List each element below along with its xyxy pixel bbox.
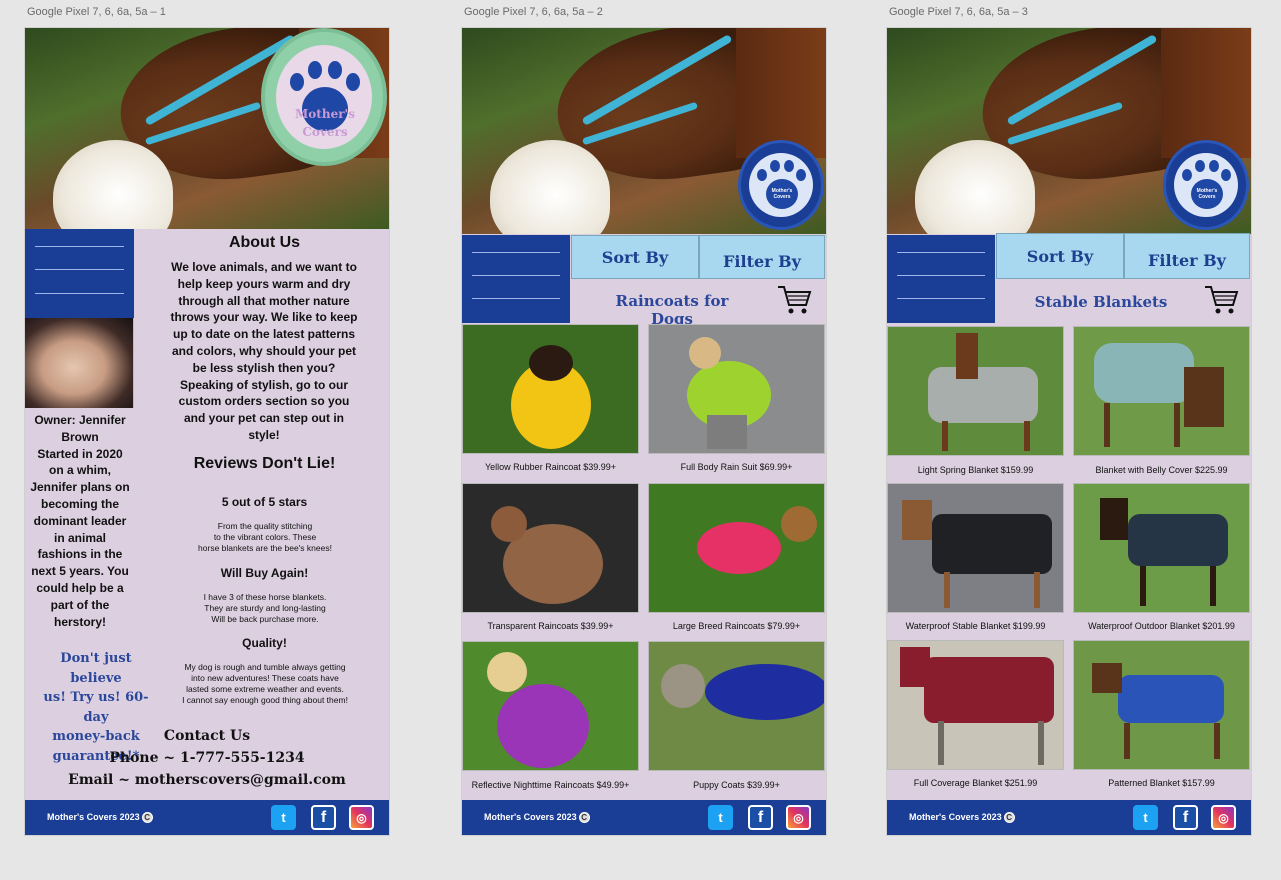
product-image — [463, 484, 638, 612]
product-card[interactable] — [648, 483, 825, 613]
instagram-icon[interactable]: ◎ — [1211, 805, 1236, 830]
product-image — [1074, 641, 1249, 769]
contact-title: Contact Us — [163, 728, 251, 744]
facebook-icon[interactable]: f — [1173, 805, 1198, 830]
footer: Mother's Covers 2023 C t f ◎ — [25, 800, 389, 835]
product-image — [888, 641, 1063, 769]
product-image — [1074, 484, 1249, 612]
sort-button[interactable]: Sort By — [571, 235, 699, 279]
product-label[interactable]: Yellow Rubber Raincoat $39.99+ — [462, 462, 639, 472]
twitter-icon[interactable]: t — [708, 805, 733, 830]
copyright-icon: C — [141, 812, 153, 824]
product-card[interactable] — [462, 483, 639, 613]
hamburger-menu[interactable] — [25, 229, 134, 318]
hamburger-menu[interactable] — [887, 235, 995, 323]
section-title: Stable Blankets — [1034, 293, 1168, 311]
copyright-icon: C — [578, 812, 590, 824]
brand-logo[interactable]: Mother's Covers — [738, 140, 824, 230]
product-image — [888, 484, 1063, 612]
product-label[interactable]: Transparent Raincoats $39.99+ — [462, 621, 639, 631]
product-card[interactable] — [887, 483, 1064, 613]
logo-text: Mother's Covers — [771, 188, 793, 200]
product-label[interactable]: Waterproof Outdoor Blanket $201.99 — [1073, 621, 1250, 631]
product-card[interactable] — [887, 640, 1064, 770]
frame-label-3: Google Pixel 7, 6, 6a, 5a – 3 — [889, 6, 1028, 18]
product-label[interactable]: Full Body Rain Suit $69.99+ — [648, 462, 825, 472]
review-1-text: From the quality stitching to the vibrant… — [198, 521, 332, 553]
product-label[interactable]: Blanket with Belly Cover $225.99 — [1073, 465, 1250, 475]
twitter-icon[interactable]: t — [271, 805, 296, 830]
product-card[interactable] — [648, 324, 825, 454]
product-image — [649, 484, 824, 612]
screen-about: Mother's Covers About Us We love animals… — [25, 28, 389, 835]
instagram-icon[interactable]: ◎ — [349, 805, 374, 830]
product-card[interactable] — [1073, 483, 1250, 613]
filter-button[interactable]: Filter By — [1124, 233, 1250, 279]
product-image — [463, 642, 638, 770]
review-1-title: 5 out of 5 stars — [221, 495, 308, 509]
footer-brand: Mother's Covers 2023 C — [47, 812, 153, 824]
product-label[interactable]: Patterned Blanket $157.99 — [1073, 778, 1250, 788]
review-2-title: Will Buy Again! — [220, 566, 309, 580]
footer: Mother's Covers 2023 C t f ◎ — [887, 800, 1251, 835]
reviews-title: Reviews Don't Lie! — [193, 455, 336, 472]
product-card[interactable] — [887, 326, 1064, 456]
product-image — [888, 327, 1063, 455]
owner-bio: Owner: Jennifer Brown Started in 2020 on a… — [30, 413, 130, 629]
product-label[interactable]: Waterproof Stable Blanket $199.99 — [887, 621, 1064, 631]
cart-icon[interactable] — [1203, 284, 1239, 316]
logo-text-1: Mother's — [295, 107, 355, 121]
product-image — [649, 642, 824, 770]
filter-button[interactable]: Filter By — [699, 235, 825, 279]
guarantee-text: Don't just believe us! Try us! 60-day mon… — [43, 651, 149, 764]
screen-raincoats: Mother's Covers Sort By Filter By Rainco… — [462, 28, 826, 835]
facebook-icon[interactable]: f — [311, 805, 336, 830]
product-image — [1074, 327, 1249, 455]
product-card[interactable] — [1073, 640, 1250, 770]
product-card[interactable] — [462, 324, 639, 454]
footer: Mother's Covers 2023 C t f ◎ — [462, 800, 826, 835]
twitter-icon[interactable]: t — [1133, 805, 1158, 830]
about-text: We love animals, and we want to help keep… — [170, 260, 358, 442]
logo-text-2: Covers — [302, 125, 348, 139]
product-label[interactable]: Full Coverage Blanket $251.99 — [887, 778, 1064, 788]
footer-brand: Mother's Covers 2023 C — [484, 812, 590, 824]
footer-brand: Mother's Covers 2023 C — [909, 812, 1015, 824]
section-title: Raincoats for Dogs — [615, 292, 729, 328]
review-2-text: I have 3 of these horse blankets. They ar… — [203, 592, 327, 624]
review-3-title: Quality! — [242, 636, 287, 650]
product-image — [649, 325, 824, 453]
product-image — [463, 325, 638, 453]
hamburger-menu[interactable] — [462, 235, 570, 323]
product-card[interactable] — [1073, 326, 1250, 456]
about-title: About Us — [228, 234, 301, 251]
sort-button[interactable]: Sort By — [996, 233, 1124, 279]
brand-logo[interactable]: Mother's Covers — [261, 28, 387, 166]
owner-portrait — [25, 318, 134, 408]
facebook-icon[interactable]: f — [748, 805, 773, 830]
product-label[interactable]: Puppy Coats $39.99+ — [648, 780, 825, 790]
logo-text: Mother's Covers — [1196, 188, 1218, 200]
product-label[interactable]: Light Spring Blanket $159.99 — [887, 465, 1064, 475]
screen-blankets: Mother's Covers Sort By Filter By Stable… — [887, 28, 1251, 835]
frame-label-1: Google Pixel 7, 6, 6a, 5a – 1 — [27, 6, 166, 18]
product-card[interactable] — [648, 641, 825, 771]
product-label[interactable]: Reflective Nighttime Raincoats $49.99+ — [462, 780, 639, 790]
brand-logo[interactable]: Mother's Covers — [1163, 140, 1249, 230]
product-card[interactable] — [462, 641, 639, 771]
frame-label-2: Google Pixel 7, 6, 6a, 5a – 2 — [464, 6, 603, 18]
cart-icon[interactable] — [776, 284, 812, 316]
copyright-icon: C — [1003, 812, 1015, 824]
product-label[interactable]: Large Breed Raincoats $79.99+ — [648, 621, 825, 631]
review-3-text: My dog is rough and tumble always gettin… — [182, 662, 348, 705]
email-link[interactable]: Email ~ motherscovers@gmail.com — [25, 772, 389, 788]
phone-link[interactable]: Phone ~ 1-777-555-1234 — [25, 750, 389, 766]
instagram-icon[interactable]: ◎ — [786, 805, 811, 830]
